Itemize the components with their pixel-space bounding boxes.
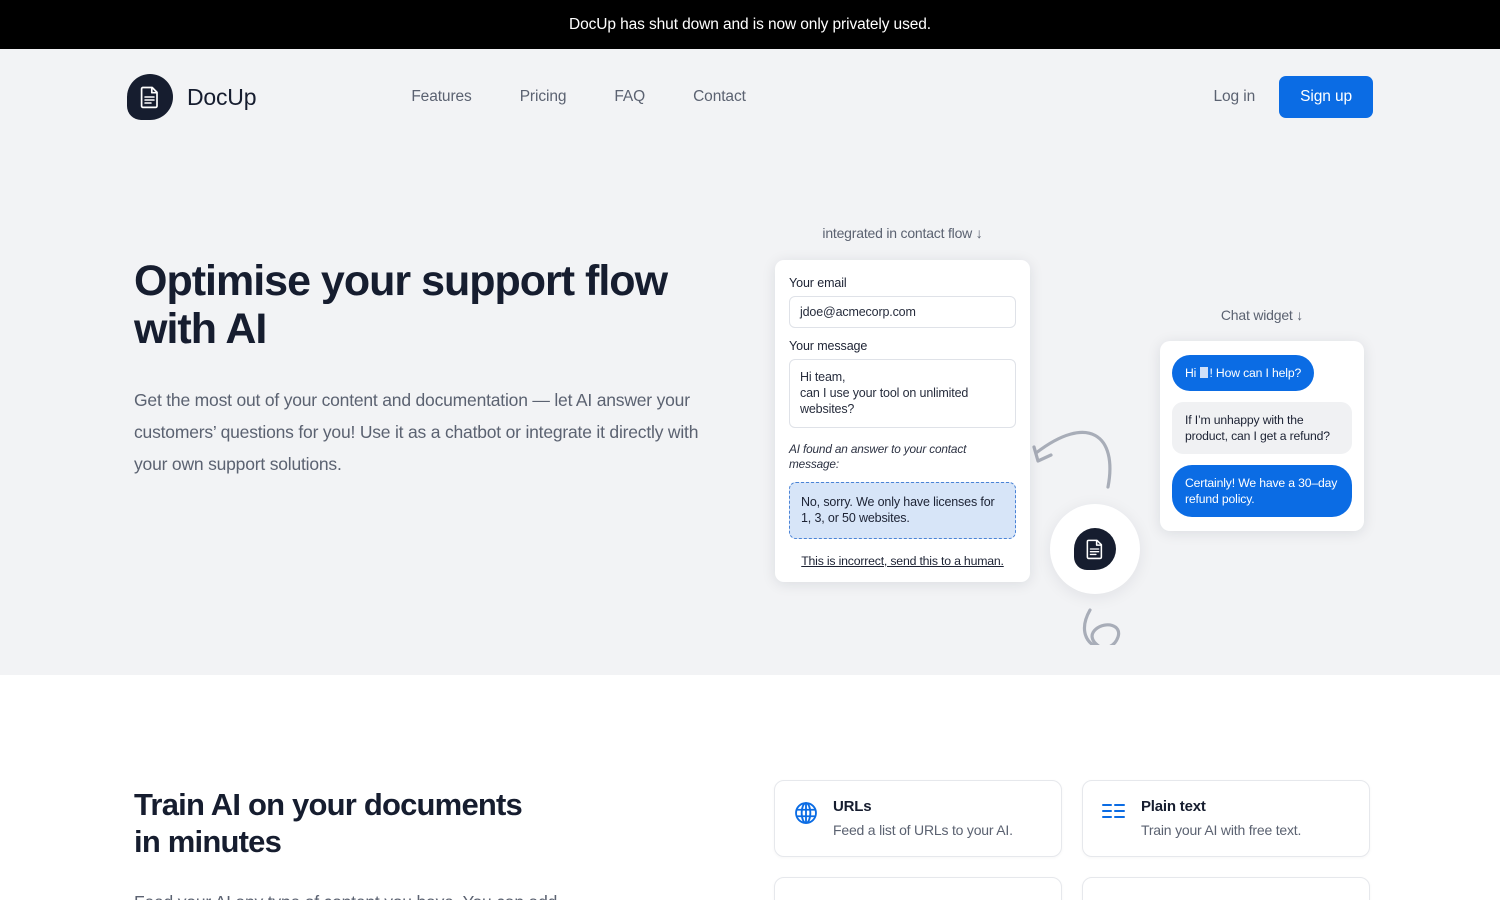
ai-answer-note: AI found an answer to your contact messa… (789, 442, 967, 471)
email-field[interactable]: jdoe@acmecorp.com (789, 296, 1016, 328)
content-source-card-text: URLs Feed a list of URLs to your AI. (833, 798, 1013, 838)
chat-greeting-prefix: Hi (1185, 366, 1200, 380)
train-ai-copy: Train AI on your documents in minutes Fe… (134, 786, 694, 900)
train-ai-subtitle: Feed your AI any type of content you hav… (134, 886, 694, 900)
card-title: Plain text (1141, 798, 1206, 815)
document-logo-icon (127, 74, 173, 120)
site-header: DocUp Features Pricing FAQ Contact Log i… (0, 49, 1500, 145)
chat-greeting-suffix: ! How can I help? (1209, 366, 1302, 380)
content-source-card-partial-left[interactable] (774, 877, 1062, 900)
announcement-text: DocUp has shut down and is now only priv… (569, 15, 931, 33)
ai-answer-box: No, sorry. We only have licenses for 1, … (789, 482, 1016, 539)
nav-item-features[interactable]: Features (411, 88, 471, 106)
chat-widget-card: Hi ! How can I help? If I’m unhappy with… (1160, 341, 1364, 531)
train-ai-section: Train AI on your documents in minutes Fe… (0, 675, 1500, 900)
chat-widget-caption: Chat widget ↓ (1220, 307, 1304, 323)
report-incorrect-link[interactable]: This is incorrect, send this to a human. (789, 554, 1016, 568)
nav-item-faq[interactable]: FAQ (614, 88, 645, 106)
contact-flow-caption: integrated in contact flow ↓ (822, 225, 983, 241)
contact-form-card: Your email jdoe@acmecorp.com Your messag… (775, 260, 1030, 582)
card-description: Feed a list of URLs to your AI. (833, 822, 1013, 838)
waving-hand-emoji-icon (1200, 367, 1209, 378)
plain-text-lines-icon (1101, 800, 1127, 829)
main-navigation: Features Pricing FAQ Contact (411, 88, 746, 106)
message-field-label: Your message (789, 339, 868, 353)
content-source-card-grid: URLs Feed a list of URLs to your AI. Pla… (774, 780, 1370, 900)
hero-copy: Optimise your support flow with AI Get t… (134, 257, 754, 480)
train-ai-title: Train AI on your documents in minutes (134, 787, 523, 859)
content-source-card-urls[interactable]: URLs Feed a list of URLs to your AI. (774, 780, 1062, 857)
hero-section: Optimise your support flow with AI Get t… (0, 145, 1500, 675)
auth-actions: Log in Sign up (1213, 76, 1373, 118)
center-document-badge (1050, 504, 1140, 594)
card-title: URLs (833, 798, 872, 815)
email-field-label: Your email (789, 276, 847, 290)
chat-message-user: If I’m unhappy with the product, can I g… (1172, 402, 1352, 454)
announcement-banner: DocUp has shut down and is now only priv… (0, 0, 1500, 49)
hero-subtitle: Get the most out of your content and doc… (134, 390, 699, 474)
document-logo-icon (1074, 528, 1116, 570)
contact-flow-demo: integrated in contact flow ↓ Your email … (775, 225, 1030, 582)
hero-title: Optimise your support flow with AI (134, 257, 668, 353)
chat-message-bot-answer: Certainly! We have a 30–day refund polic… (1172, 465, 1352, 517)
card-description: Train your AI with free text. (1141, 822, 1302, 838)
signup-button[interactable]: Sign up (1279, 76, 1373, 118)
login-link[interactable]: Log in (1213, 88, 1255, 106)
content-source-card-text: Plain text Train your AI with free text. (1141, 798, 1301, 838)
brand-logo[interactable]: DocUp (127, 74, 257, 120)
nav-item-pricing[interactable]: Pricing (520, 88, 567, 106)
nav-item-contact[interactable]: Contact (693, 88, 746, 106)
content-source-card-partial-right[interactable] (1082, 877, 1370, 900)
message-field[interactable]: Hi team, can I use your tool on unlimite… (789, 359, 1016, 428)
chat-widget-demo: Chat widget ↓ Hi ! How can I help? If I’… (1160, 307, 1364, 531)
globe-icon (793, 800, 819, 831)
content-source-card-plain-text[interactable]: Plain text Train your AI with free text. (1082, 780, 1370, 857)
hero-visual: integrated in contact flow ↓ Your email … (770, 225, 1390, 645)
brand-name: DocUp (187, 83, 257, 110)
chat-message-bot-greeting: Hi ! How can I help? (1172, 355, 1315, 391)
